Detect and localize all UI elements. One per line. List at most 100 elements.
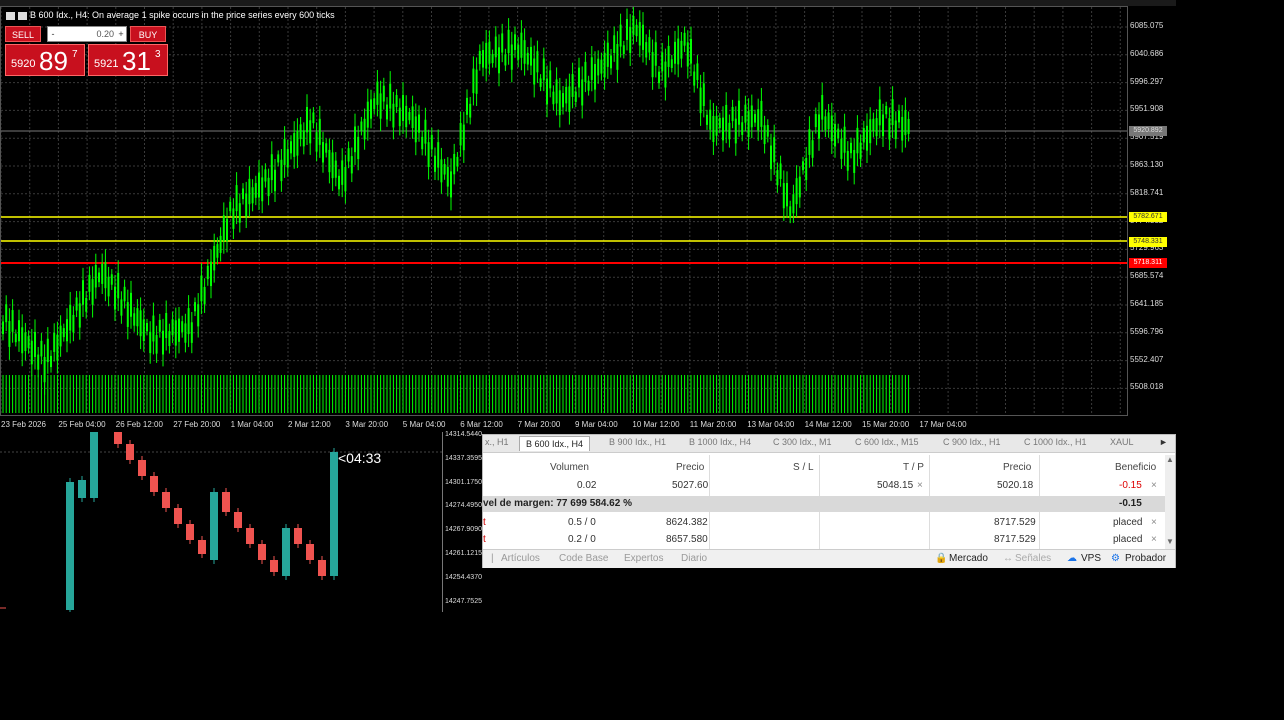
order-precio: 8657.580 <box>666 534 708 545</box>
candle-body <box>430 134 433 150</box>
tab-chart-6[interactable]: C 600 Idx., M15 <box>855 437 919 447</box>
tab-chart-8[interactable]: C 1000 Idx., H1 <box>1024 437 1087 447</box>
candle-body <box>200 275 203 302</box>
order-precio-actual: 8717.529 <box>994 517 1036 528</box>
tab-chart-2[interactable]: B 600 Idx., H4 <box>519 436 591 451</box>
level-label-yellow-2: 5748.331 <box>1129 237 1167 247</box>
candle-body <box>782 183 785 209</box>
candle-body <box>334 160 337 178</box>
price-tick-label: 6085.075 <box>1130 21 1164 30</box>
candle-body <box>738 100 740 125</box>
candle-body <box>520 32 523 58</box>
candle-body <box>882 114 884 137</box>
tab-expertos[interactable]: Expertos <box>624 553 663 564</box>
col-header-precio[interactable]: Precio <box>676 462 704 473</box>
lot-increase-button[interactable]: + <box>116 27 126 41</box>
col-header-beneficio[interactable]: Beneficio <box>1115 462 1156 473</box>
tab-chart-1[interactable]: x., H1 <box>485 437 509 447</box>
candle-body <box>411 106 414 129</box>
tab-vps[interactable]: VPS <box>1081 553 1101 564</box>
main-chart-canvas[interactable] <box>0 6 1127 415</box>
chart-tabs: x., H1 B 600 Idx., H4 B 900 Idx., H1 B 1… <box>483 435 1175 453</box>
tab-chart-3[interactable]: B 900 Idx., H1 <box>609 437 666 447</box>
candle-body <box>203 286 206 305</box>
main-chart[interactable] <box>0 6 1128 416</box>
col-header-precio-actual[interactable]: Precio <box>1003 462 1031 473</box>
candle-body <box>222 215 225 241</box>
mini-candle-body <box>198 540 206 554</box>
candle-body <box>94 264 97 288</box>
candle-body <box>898 110 900 123</box>
candle-body <box>194 302 196 312</box>
candle-body <box>354 126 356 153</box>
price-tick-label: 5685.574 <box>1130 271 1164 281</box>
candle-body <box>638 22 641 46</box>
candle-body <box>261 177 264 202</box>
time-tick-label: 10 Mar 12:00 <box>632 420 680 429</box>
candle-body <box>402 95 404 121</box>
col-header-tp[interactable]: T / P <box>903 462 924 473</box>
tab-senales[interactable]: Señales <box>1015 553 1051 564</box>
order-volumen: 0.5 / 0 <box>568 517 596 528</box>
scroll-down-icon[interactable]: ▼ <box>1166 537 1174 546</box>
delete-order-icon[interactable]: × <box>1151 534 1157 545</box>
order-marker: t <box>483 517 486 528</box>
candle-body <box>651 52 654 78</box>
candle-body <box>11 310 14 332</box>
remove-tp-icon[interactable]: × <box>917 480 923 491</box>
candle-body <box>290 141 292 154</box>
mini-price-tick: 14274.4950 <box>445 502 482 510</box>
candle-body <box>504 54 507 66</box>
buy-price[interactable]: 5921 31 3 <box>88 44 168 76</box>
tabs-scroll-right-icon[interactable]: ► <box>1159 437 1168 447</box>
candle-body <box>370 99 372 119</box>
position-tp[interactable]: 5048.15 <box>877 480 913 491</box>
sell-price[interactable]: 5920 89 7 <box>5 44 85 76</box>
candle-body <box>830 115 833 142</box>
mini-price-tick: 14247.7525 <box>445 597 482 605</box>
window-icon[interactable] <box>6 11 15 20</box>
candle-body <box>664 61 667 88</box>
tab-probador[interactable]: Probador <box>1125 553 1166 564</box>
lot-size-input[interactable] <box>60 27 114 41</box>
tab-chart-9[interactable]: XAUL <box>1110 437 1134 447</box>
sell-button[interactable]: SELL <box>5 26 41 42</box>
candle-body <box>382 85 385 102</box>
col-header-volumen[interactable]: Volumen <box>550 462 589 473</box>
candle-body <box>110 274 113 285</box>
buy-price-big: 31 <box>122 46 151 76</box>
lot-decrease-button[interactable]: - <box>48 27 58 41</box>
candle-body <box>232 208 235 229</box>
tab-code-base[interactable]: Code Base <box>559 553 608 564</box>
toolbox-scrollbar[interactable]: ▲ ▼ <box>1165 455 1175 549</box>
close-position-icon[interactable]: × <box>1151 480 1157 491</box>
tab-articulos[interactable]: Artículos <box>501 553 540 564</box>
candle-body <box>725 104 728 131</box>
candle-body <box>366 101 369 128</box>
col-header-sl[interactable]: S / L <box>793 462 814 473</box>
candle-body <box>578 67 580 88</box>
candle-body <box>523 40 526 64</box>
candle-body <box>885 105 888 115</box>
tab-diario[interactable]: Diario <box>681 553 707 564</box>
tab-chart-5[interactable]: C 300 Idx., M1 <box>773 437 832 447</box>
delete-order-icon[interactable]: × <box>1151 517 1157 528</box>
candle-body <box>744 104 747 123</box>
candle-body <box>814 114 817 128</box>
candle-body <box>792 194 795 214</box>
mini-candle-body <box>246 528 254 544</box>
buy-button[interactable]: BUY <box>130 26 166 42</box>
tab-mercado[interactable]: Mercado <box>949 553 988 564</box>
tab-chart-4[interactable]: B 1000 Idx., H4 <box>689 437 751 447</box>
candle-body <box>360 121 363 131</box>
candle-body <box>120 299 123 316</box>
candle-body <box>542 58 545 81</box>
candle-body <box>622 45 625 55</box>
chart-icon[interactable] <box>18 11 27 20</box>
candle-body <box>494 36 497 58</box>
tab-chart-7[interactable]: C 900 Idx., H1 <box>943 437 1001 447</box>
signals-icon: ↔ <box>1003 553 1013 564</box>
candle-body <box>530 46 532 66</box>
candle-body <box>469 103 472 118</box>
scroll-up-icon[interactable]: ▲ <box>1166 455 1174 464</box>
